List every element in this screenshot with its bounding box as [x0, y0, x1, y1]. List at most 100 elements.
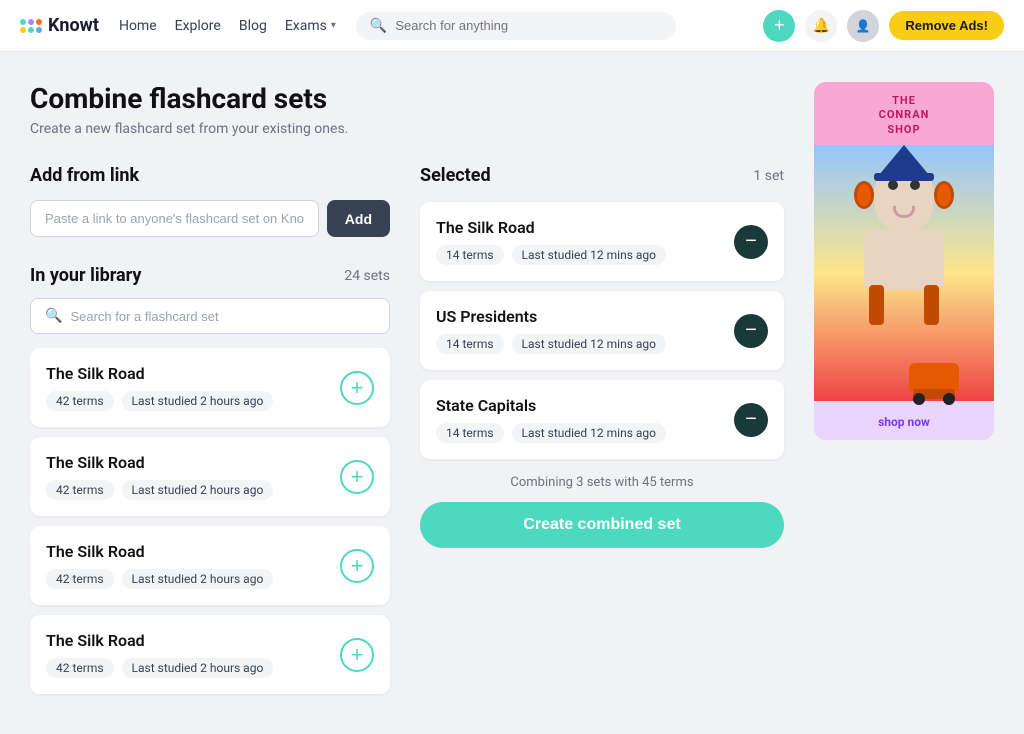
terms-tag: 14 terms — [436, 334, 504, 354]
card-tags: 42 terms Last studied 2 hours ago — [46, 391, 273, 411]
logo-dot-3 — [36, 19, 42, 25]
selected-card: US Presidents 14 terms Last studied 12 m… — [420, 291, 784, 370]
selected-title: Selected — [420, 165, 491, 186]
last-studied-tag: Last studied 12 mins ago — [512, 245, 666, 265]
two-col-layout: Add from link Add In your library 24 set… — [30, 165, 784, 704]
ad-brand-text: THE CONRAN SHOP — [824, 94, 984, 137]
nav-search-box: 🔍 — [356, 12, 676, 40]
card-info: The Silk Road 42 terms Last studied 2 ho… — [46, 631, 273, 678]
navbar: Knowt Home Explore Blog Exams ▾ 🔍 + 🔔 👤 … — [0, 0, 1024, 52]
library-count: 24 sets — [344, 268, 390, 284]
logo[interactable]: Knowt — [20, 15, 99, 36]
remove-from-selected-button[interactable]: − — [734, 225, 768, 259]
library-card: The Silk Road 42 terms Last studied 2 ho… — [30, 526, 390, 605]
card-tags: 42 terms Last studied 2 hours ago — [46, 569, 273, 589]
card-tags: 14 terms Last studied 12 mins ago — [436, 334, 666, 354]
remove-from-selected-button[interactable]: − — [734, 314, 768, 348]
add-link-button[interactable]: Add — [327, 200, 390, 237]
last-studied-tag: Last studied 2 hours ago — [122, 658, 274, 678]
card-tags: 14 terms Last studied 12 mins ago — [436, 245, 666, 265]
ad-decoration — [849, 363, 959, 391]
page-layout: Combine flashcard sets Create a new flas… — [0, 52, 1024, 734]
card-tags: 42 terms Last studied 2 hours ago — [46, 480, 273, 500]
link-input[interactable] — [30, 200, 319, 237]
last-studied-tag: Last studied 2 hours ago — [122, 391, 274, 411]
card-info: State Capitals 14 terms Last studied 12 … — [436, 396, 666, 443]
card-info: The Silk Road 42 terms Last studied 2 ho… — [46, 364, 273, 411]
card-title: State Capitals — [436, 396, 666, 415]
terms-tag: 42 terms — [46, 569, 114, 589]
add-to-selected-button[interactable]: + — [340, 371, 374, 405]
remove-ads-button[interactable]: Remove Ads! — [889, 11, 1004, 40]
logo-dot-5 — [28, 27, 34, 33]
library-card: The Silk Road 42 terms Last studied 2 ho… — [30, 437, 390, 516]
page-subtitle: Create a new flashcard set from your exi… — [30, 121, 784, 137]
library-list: The Silk Road 42 terms Last studied 2 ho… — [30, 348, 390, 694]
terms-tag: 14 terms — [436, 423, 504, 443]
card-info: US Presidents 14 terms Last studied 12 m… — [436, 307, 666, 354]
last-studied-tag: Last studied 12 mins ago — [512, 423, 666, 443]
library-header: In your library 24 sets — [30, 265, 390, 286]
terms-tag: 42 terms — [46, 391, 114, 411]
search-input[interactable] — [395, 18, 662, 33]
nav-blog[interactable]: Blog — [239, 18, 267, 34]
logo-text: Knowt — [48, 15, 99, 36]
card-tags: 14 terms Last studied 12 mins ago — [436, 423, 666, 443]
add-from-link-title: Add from link — [30, 165, 390, 186]
ad-character — [844, 155, 964, 355]
add-to-selected-button[interactable]: + — [340, 638, 374, 672]
ad-top: THE CONRAN SHOP — [814, 82, 994, 145]
library-title: In your library — [30, 265, 141, 286]
notifications-button[interactable]: 🔔 — [805, 10, 837, 42]
last-studied-tag: Last studied 2 hours ago — [122, 569, 274, 589]
card-title: The Silk Road — [46, 631, 273, 650]
terms-tag: 42 terms — [46, 480, 114, 500]
library-search-box: 🔍 — [30, 298, 390, 334]
card-tags: 42 terms Last studied 2 hours ago — [46, 658, 273, 678]
card-title: The Silk Road — [436, 218, 666, 237]
shop-now-label: shop now — [878, 415, 930, 429]
ad-box[interactable]: THE CONRAN SHOP — [814, 82, 994, 440]
avatar[interactable]: 👤 — [847, 10, 879, 42]
logo-dot-4 — [20, 27, 26, 33]
main-content: Combine flashcard sets Create a new flas… — [30, 82, 784, 704]
selected-header: Selected 1 set — [420, 165, 784, 186]
add-button[interactable]: + — [763, 10, 795, 42]
nav-right: + 🔔 👤 Remove Ads! — [763, 10, 1004, 42]
page-title: Combine flashcard sets — [30, 82, 784, 115]
logo-dots — [20, 19, 42, 33]
terms-tag: 14 terms — [436, 245, 504, 265]
nav-home[interactable]: Home — [119, 18, 157, 34]
nav-links: Home Explore Blog Exams ▾ — [119, 18, 336, 34]
ad-visual — [814, 145, 994, 401]
selected-card: The Silk Road 14 terms Last studied 12 m… — [420, 202, 784, 281]
search-icon: 🔍 — [45, 308, 62, 324]
last-studied-tag: Last studied 12 mins ago — [512, 334, 666, 354]
selected-card: State Capitals 14 terms Last studied 12 … — [420, 380, 784, 459]
selected-list: The Silk Road 14 terms Last studied 12 m… — [420, 202, 784, 459]
selected-count: 1 set — [753, 168, 784, 184]
add-to-selected-button[interactable]: + — [340, 549, 374, 583]
library-card: The Silk Road 42 terms Last studied 2 ho… — [30, 348, 390, 427]
create-combined-set-button[interactable]: Create combined set — [420, 502, 784, 548]
logo-dot-1 — [20, 19, 26, 25]
combine-info: Combining 3 sets with 45 terms — [420, 475, 784, 490]
last-studied-tag: Last studied 2 hours ago — [122, 480, 274, 500]
ad-bottom[interactable]: shop now — [814, 401, 994, 440]
chevron-down-icon: ▾ — [331, 20, 336, 31]
terms-tag: 42 terms — [46, 658, 114, 678]
nav-explore[interactable]: Explore — [175, 18, 221, 34]
card-title: The Silk Road — [46, 453, 273, 472]
nav-exams[interactable]: Exams ▾ — [285, 18, 336, 34]
library-card: The Silk Road 42 terms Last studied 2 ho… — [30, 615, 390, 694]
library-search-input[interactable] — [70, 309, 375, 324]
link-input-row: Add — [30, 200, 390, 237]
logo-dot-6 — [36, 27, 42, 33]
left-column: Add from link Add In your library 24 set… — [30, 165, 390, 704]
card-title: The Silk Road — [46, 542, 273, 561]
logo-dot-2 — [28, 19, 34, 25]
add-to-selected-button[interactable]: + — [340, 460, 374, 494]
remove-from-selected-button[interactable]: − — [734, 403, 768, 437]
card-info: The Silk Road 14 terms Last studied 12 m… — [436, 218, 666, 265]
card-title: US Presidents — [436, 307, 666, 326]
